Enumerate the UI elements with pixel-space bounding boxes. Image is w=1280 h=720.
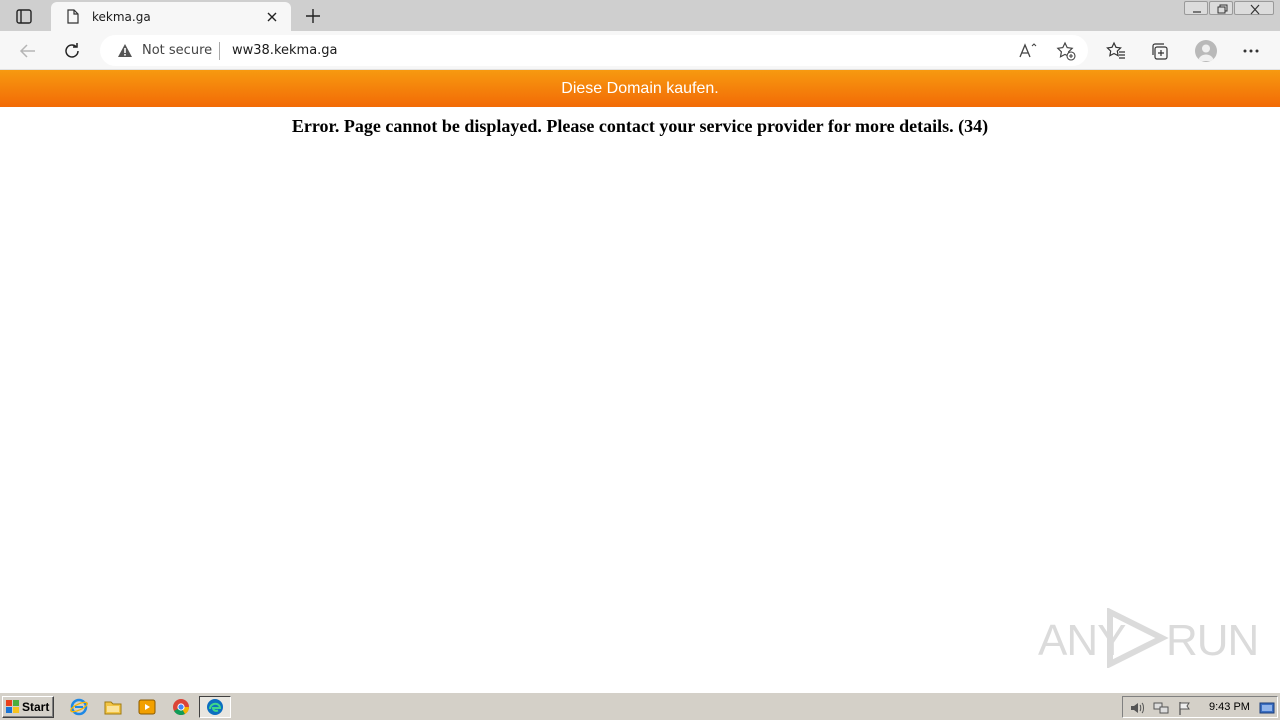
url-text[interactable]: ww38.kekma.ga: [232, 43, 338, 58]
watermark-play-icon: [1107, 608, 1169, 668]
chrome-icon[interactable]: [172, 698, 190, 716]
read-aloud-icon[interactable]: [1018, 42, 1038, 60]
system-tray: 9:43 PM: [1122, 696, 1278, 718]
volume-icon[interactable]: [1129, 700, 1145, 716]
windows-logo-icon: [6, 700, 19, 713]
security-label[interactable]: Not secure: [142, 43, 212, 58]
network-icon[interactable]: [1153, 700, 1169, 716]
window-restore-button[interactable]: [1209, 1, 1233, 15]
error-message: Error. Page cannot be displayed. Please …: [291, 116, 989, 136]
page-icon: [67, 9, 79, 24]
internet-explorer-icon[interactable]: [70, 698, 88, 716]
edge-icon: [207, 699, 223, 715]
buy-domain-link[interactable]: Diese Domain kaufen.: [0, 70, 1280, 107]
window-minimize-button[interactable]: [1184, 1, 1208, 15]
window-close-button[interactable]: [1234, 1, 1274, 15]
file-explorer-icon[interactable]: [104, 698, 122, 716]
media-player-icon[interactable]: [138, 698, 156, 716]
browser-toolbar: Not secure ww38.kekma.ga: [0, 31, 1280, 70]
collections-icon[interactable]: [1150, 41, 1170, 61]
warning-icon[interactable]: [117, 43, 133, 58]
taskbar: Start 9:43 PM: [0, 692, 1280, 720]
clock[interactable]: 9:43 PM: [1209, 701, 1250, 713]
tab-title: kekma.ga: [92, 10, 151, 24]
address-separator: [219, 42, 220, 60]
add-favorite-icon[interactable]: [1056, 41, 1076, 61]
profile-avatar[interactable]: [1195, 40, 1217, 62]
tab-close-icon[interactable]: [264, 9, 280, 25]
show-desktop-icon[interactable]: [1259, 700, 1275, 716]
tab-active[interactable]: kekma.ga: [51, 2, 291, 31]
start-label: Start: [22, 700, 50, 714]
anyrun-watermark: ANY RUN: [1036, 606, 1259, 670]
edge-taskbar-button[interactable]: [199, 696, 231, 718]
more-menu-icon[interactable]: [1241, 41, 1261, 61]
new-tab-icon[interactable]: [303, 6, 323, 26]
back-icon[interactable]: [17, 40, 39, 62]
start-button[interactable]: Start: [2, 696, 54, 718]
favorites-icon[interactable]: [1106, 41, 1126, 61]
address-bar[interactable]: Not secure ww38.kekma.ga: [100, 35, 1088, 66]
tab-actions-icon[interactable]: [10, 6, 38, 28]
action-center-flag-icon[interactable]: [1177, 700, 1193, 716]
watermark-run: RUN: [1166, 616, 1259, 665]
tab-strip: kekma.ga: [0, 0, 1280, 31]
buy-domain-banner[interactable]: Diese Domain kaufen.: [0, 70, 1280, 107]
refresh-icon[interactable]: [61, 40, 83, 62]
